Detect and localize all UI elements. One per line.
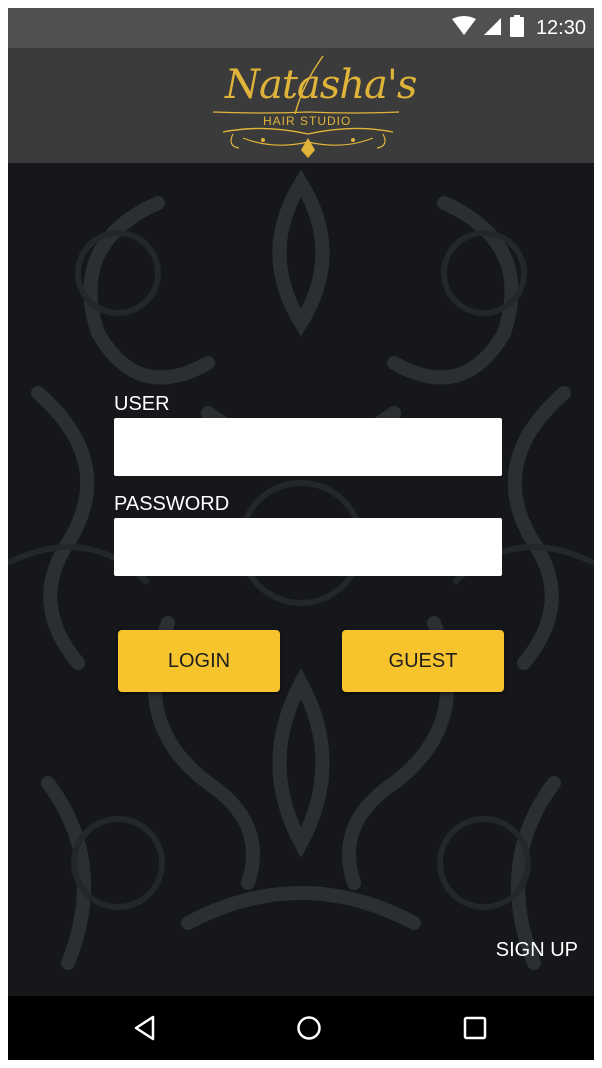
logo-script: Natasha's <box>225 62 417 108</box>
recents-icon <box>463 1016 487 1040</box>
brand-logo: Natasha's HAIR STUDIO <box>203 54 417 158</box>
wifi-icon <box>451 15 476 41</box>
phone-screen: 12:30 Natasha's HAIR STUDIO USER PASSWOR… <box>8 8 594 1060</box>
login-button[interactable]: LOGIN <box>118 630 280 692</box>
status-time: 12:30 <box>535 16 586 39</box>
password-label: PASSWORD <box>114 493 230 515</box>
guest-button[interactable]: GUEST <box>342 630 504 692</box>
back-icon <box>134 1015 155 1041</box>
status-icons: 12:30 <box>451 8 586 48</box>
back-button[interactable] <box>100 996 190 1060</box>
login-screen: USER PASSWORD LOGIN GUEST SIGN UP <box>8 163 594 996</box>
status-bar: 12:30 <box>8 8 594 48</box>
app-header: Natasha's HAIR STUDIO <box>8 48 594 163</box>
home-icon <box>297 1016 321 1040</box>
user-label: USER <box>114 393 170 415</box>
user-input[interactable] <box>114 418 502 476</box>
damask-background <box>8 169 594 970</box>
cell-signal-icon <box>483 16 502 41</box>
recents-button[interactable] <box>430 996 520 1060</box>
logo-subtitle: HAIR STUDIO <box>263 114 352 128</box>
sign-up-link[interactable]: SIGN UP <box>496 939 578 962</box>
battery-icon <box>509 14 524 42</box>
password-input[interactable] <box>114 518 502 576</box>
navigation-bar <box>8 996 594 1060</box>
home-button[interactable] <box>264 996 354 1060</box>
